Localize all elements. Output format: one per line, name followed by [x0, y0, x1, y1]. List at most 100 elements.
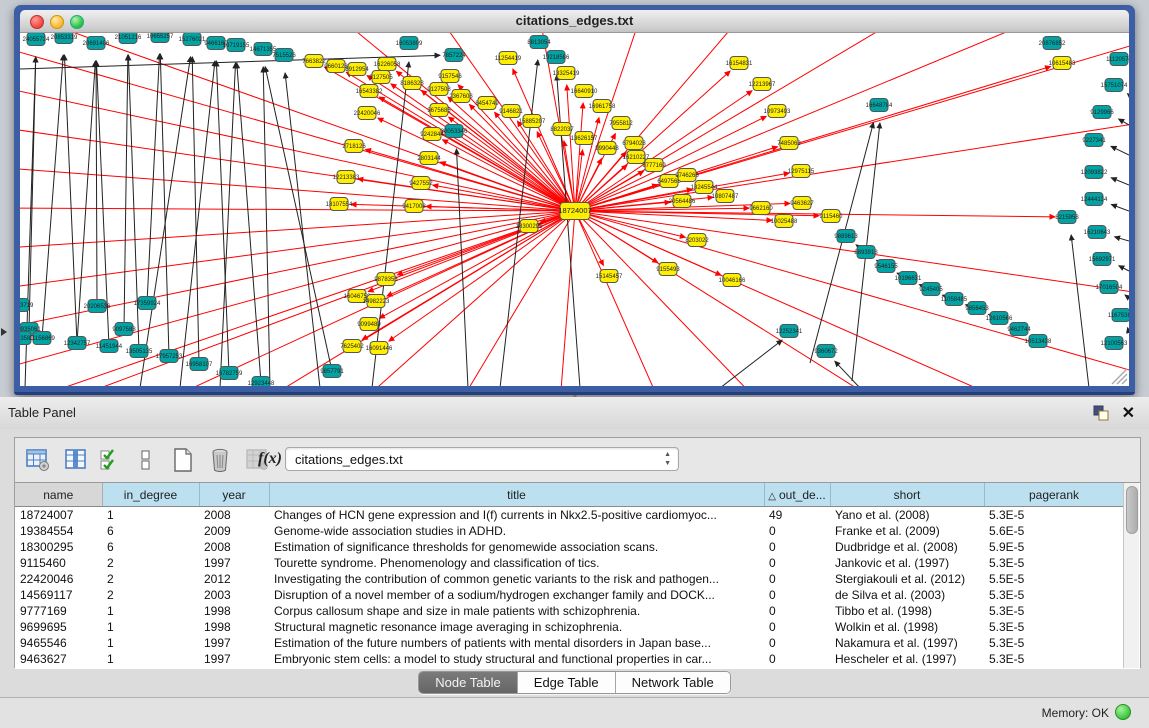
graph-node[interactable]: 9462744	[1007, 323, 1031, 336]
close-panel-icon[interactable]: ✕	[1122, 403, 1135, 423]
graph-node[interactable]: 11058485	[941, 293, 968, 306]
table-cell[interactable]: Investigating the contribution of common…	[269, 571, 764, 587]
table-cell[interactable]: 6	[102, 539, 199, 555]
table-cell[interactable]: Jankovic et al. (1997)	[830, 555, 984, 571]
table-cell[interactable]: 18300295	[15, 539, 102, 555]
collapsed-panel-arrow-icon[interactable]	[1, 328, 7, 336]
table-cell[interactable]: 5.3E-5	[984, 587, 1124, 603]
graph-node[interactable]: 15276021	[179, 33, 206, 46]
graph-node[interactable]: 10973493	[764, 105, 791, 118]
graph-node[interactable]: 7625402	[340, 340, 364, 353]
table-cell[interactable]: Hescheler et al. (1997)	[830, 651, 984, 667]
graph-node[interactable]: 7857224	[442, 49, 466, 62]
column-header-name[interactable]: name	[15, 483, 102, 507]
table-cell[interactable]: Disruption of a novel member of a sodium…	[269, 587, 764, 603]
graph-node[interactable]: 15751074	[1101, 79, 1128, 92]
table-cell[interactable]: 0	[764, 587, 830, 603]
table-cell[interactable]: Estimation of the future numbers of pati…	[269, 635, 764, 651]
graph-node[interactable]: 8893918	[854, 246, 878, 259]
graph-node[interactable]: 9157546	[438, 70, 462, 83]
graph-node[interactable]: 20853319	[51, 33, 78, 44]
table-cell[interactable]: 0	[764, 523, 830, 539]
graph-node[interactable]: 20053346	[441, 125, 468, 138]
table-scrollbar-thumb[interactable]	[1126, 486, 1138, 534]
graph-node[interactable]: 11675386	[1108, 309, 1129, 322]
show-columns-icon[interactable]	[63, 446, 89, 474]
table-cell[interactable]: 9115460	[15, 555, 102, 571]
graph-node[interactable]: 22420046	[354, 107, 381, 120]
delete-table-icon[interactable]	[207, 446, 233, 474]
table-row[interactable]: 1938455462009Genome-wide association stu…	[15, 523, 1124, 539]
graph-node[interactable]: 21051216	[115, 33, 142, 44]
table-cell[interactable]: Tibbo et al. (1998)	[830, 603, 984, 619]
graph-node[interactable]: 24055724	[23, 33, 50, 46]
table-cell[interactable]: 1997	[199, 635, 269, 651]
table-cell[interactable]: 5.3E-5	[984, 555, 1124, 571]
graph-node[interactable]: 10196631	[895, 272, 922, 285]
graph-node[interactable]: 12342757	[64, 337, 91, 350]
table-cell[interactable]: 9777169	[15, 603, 102, 619]
table-cell[interactable]: 22420046	[15, 571, 102, 587]
table-cell[interactable]: 1	[102, 635, 199, 651]
graph-node[interactable]: 16053809	[396, 37, 423, 50]
table-cell[interactable]: 5.3E-5	[984, 619, 1124, 635]
table-cell[interactable]: Dudbridge et al. (2008)	[830, 539, 984, 555]
table-cell[interactable]: 1997	[199, 651, 269, 667]
graph-node[interactable]: 18245544	[691, 181, 718, 194]
graph-node[interactable]: 11254419	[495, 52, 522, 65]
graph-node[interactable]: 8822037	[550, 123, 574, 136]
table-cell[interactable]: Structural magnetic resonance image aver…	[269, 619, 764, 635]
network-view[interactable]: 2405572420853319206914062105121610655257…	[20, 33, 1129, 386]
table-cell[interactable]: 5.6E-5	[984, 523, 1124, 539]
graph-node[interactable]: 12213383	[333, 171, 360, 184]
table-cell[interactable]: Corpus callosum shape and size in male p…	[269, 603, 764, 619]
table-cell[interactable]: Changes of HCN gene expression and I(f) …	[269, 507, 764, 524]
table-cell[interactable]: 5.3E-5	[984, 603, 1124, 619]
table-cell[interactable]: 0	[764, 619, 830, 635]
table-cell[interactable]: Yano et al. (2008)	[830, 507, 984, 524]
network-canvas[interactable]: 2405572420853319206914062105121610655257…	[20, 33, 1129, 386]
table-cell[interactable]: 19384554	[15, 523, 102, 539]
table-cell[interactable]: 9463627	[15, 651, 102, 667]
graph-node[interactable]: 19218586	[543, 51, 570, 64]
graph-node[interactable]: 16154831	[726, 57, 753, 70]
graph-node[interactable]: 16640910	[571, 85, 598, 98]
tab-network-table[interactable]: Network Table	[616, 672, 730, 693]
table-cell[interactable]: Wolkin et al. (1998)	[830, 619, 984, 635]
graph-node[interactable]: 9155493	[656, 263, 680, 276]
table-cell[interactable]: Stergiakouli et al. (2012)	[830, 571, 984, 587]
table-cell[interactable]: Embryonic stem cells: a model to study s…	[269, 651, 764, 667]
graph-node[interactable]: 8215958	[1055, 211, 1079, 224]
row-options-icon[interactable]	[133, 446, 159, 474]
graph-node[interactable]: 9127508	[427, 83, 451, 96]
table-cell[interactable]: Genome-wide association studies in ADHD.	[269, 523, 764, 539]
graph-node[interactable]: 2803144	[417, 152, 441, 165]
column-header-in_degree[interactable]: in_degree	[102, 483, 199, 507]
table-cell[interactable]: 2	[102, 555, 199, 571]
graph-node[interactable]: 14982223	[363, 295, 390, 308]
table-cell[interactable]: 0	[764, 571, 830, 587]
graph-node[interactable]: 16543382	[356, 85, 383, 98]
table-row[interactable]: 946362711997Embryonic stem cells: a mode…	[15, 651, 1124, 667]
table-cell[interactable]: 0	[764, 603, 830, 619]
graph-node[interactable]: 16091446	[366, 342, 393, 355]
graph-node[interactable]: 9889613	[834, 230, 858, 243]
graph-node[interactable]: 16226058	[374, 58, 401, 71]
table-cell[interactable]: 0	[764, 555, 830, 571]
graph-node[interactable]: 10025488	[771, 215, 798, 228]
graph-node[interactable]: 13325419	[553, 67, 580, 80]
table-row[interactable]: 1830029562008Estimation of significance …	[15, 539, 1124, 555]
graph-node[interactable]: 9660128	[324, 60, 348, 73]
graph-node[interactable]: 9546155	[874, 260, 898, 273]
graph-node[interactable]: 12923448	[248, 377, 275, 387]
table-cell[interactable]: 6	[102, 523, 199, 539]
graph-node[interactable]: 9990448	[595, 142, 619, 155]
table-cell[interactable]: 1997	[199, 555, 269, 571]
graph-node[interactable]: 12213967	[749, 78, 776, 91]
graph-node[interactable]: 9856453	[965, 302, 989, 315]
graph-node[interactable]: 12100563	[1101, 337, 1128, 350]
table-cell[interactable]: 2	[102, 571, 199, 587]
table-cell[interactable]: 0	[764, 651, 830, 667]
graph-node[interactable]: 17957253	[156, 350, 183, 363]
graph-node[interactable]: 9127505	[369, 71, 393, 84]
